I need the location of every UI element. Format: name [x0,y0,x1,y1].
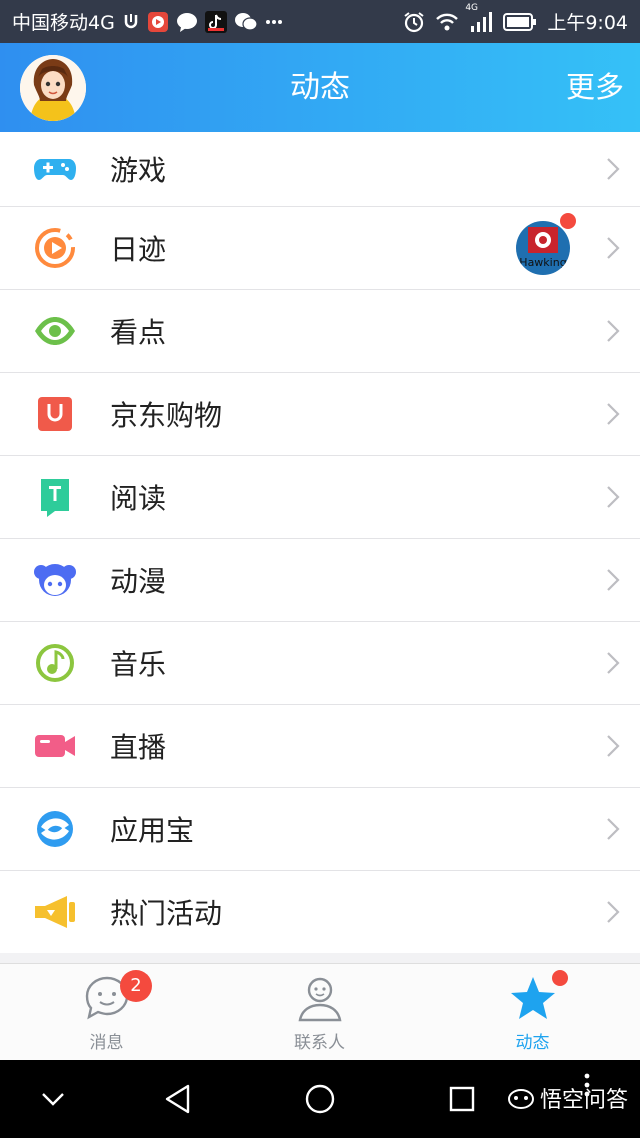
menu-item-label: 日迹 [110,233,167,266]
watermark-logo-icon [507,1089,534,1109]
eye-icon [33,309,77,353]
chevron-right-icon [606,402,620,426]
daily-trace-icon [33,226,77,270]
back-icon[interactable] [145,1060,211,1138]
contact-person-icon [295,974,345,1024]
menu-item-label: 直播 [110,731,167,764]
chevron-right-icon [606,319,620,343]
music-note-icon [33,641,77,685]
megaphone-icon [33,890,77,934]
menu-item-music[interactable]: 音乐 [0,622,640,705]
network-type-label: 4G [465,2,479,13]
more-button[interactable]: 更多 [566,43,624,132]
menu-item-label: 看点 [110,316,167,349]
menu-item-hot-events[interactable]: 热门活动 [0,871,640,953]
wifi-icon [435,12,459,32]
message-bubble-icon [176,12,198,32]
alarm-icon [403,11,425,33]
trace-thumbnail-text: Hawking [519,256,566,269]
watermark: 悟空问答 [507,1082,628,1114]
tab-label: 动态 [515,1033,550,1053]
chevron-right-icon [606,485,620,509]
app-header: 动态 更多 [0,43,640,132]
signal-icon: 4G [465,3,493,32]
status-bar: 中国移动4G 4G 上午9:04 [0,0,640,43]
notification-dot [552,970,568,986]
unread-badge: 2 [120,970,152,1002]
shopping-bag-icon [33,392,77,436]
menu-item-daily-trace[interactable]: 日迹 Hawking [0,207,640,290]
menu-item-app-store[interactable]: 应用宝 [0,788,640,871]
bottom-tab-bar: 2 消息 联系人 动态 [0,963,640,1061]
video-camera-icon [33,724,77,768]
avatar[interactable] [20,55,86,121]
clock-label: 上午9:04 [547,12,628,34]
page-title: 动态 [290,70,350,105]
menu-item-anime[interactable]: 动漫 [0,539,640,622]
wechat-icon [234,12,258,32]
usb-icon [122,13,140,31]
menu-item-label: 热门活动 [110,897,223,930]
tab-label: 联系人 [294,1033,345,1053]
gamepad-icon [33,147,77,191]
menu-item-games[interactable]: 游戏 [0,132,640,207]
app-store-icon [33,807,77,851]
chevron-right-icon [606,236,620,260]
book-icon [33,475,77,519]
home-icon[interactable] [287,1060,353,1138]
tab-label: 消息 [89,1033,124,1053]
chevron-right-icon [606,734,620,758]
chevron-right-icon [606,817,620,841]
notification-dot [560,213,576,229]
more-notifications-icon [265,19,283,25]
battery-icon [503,12,537,31]
chevron-right-icon [606,157,620,181]
menu-item-kandian[interactable]: 看点 [0,290,640,373]
chevron-right-icon [606,900,620,924]
chevron-right-icon [606,568,620,592]
star-icon [508,974,558,1024]
watermark-text: 悟空问答 [539,1088,628,1113]
menu-item-label: 游戏 [110,154,167,187]
menu-item-label: 阅读 [110,482,167,515]
menu-list: 游戏 日迹 Hawking 看点 京东购物 阅读 动漫 音乐 直播 应用宝 热门… [0,132,640,953]
menu-item-live[interactable]: 直播 [0,705,640,788]
menu-item-label: 京东购物 [110,399,223,432]
menu-item-jd-shopping[interactable]: 京东购物 [0,373,640,456]
menu-item-label: 音乐 [110,648,167,681]
anime-face-icon [33,558,77,602]
tiktok-icon [204,10,227,33]
carrier-label: 中国移动4G [12,12,115,34]
trace-thumbnail: Hawking [516,221,570,275]
chevron-right-icon [606,651,620,675]
video-app-icon [147,11,169,33]
menu-item-label: 动漫 [110,565,167,598]
menu-item-label: 应用宝 [110,814,195,847]
recents-icon[interactable] [429,1060,495,1138]
tab-contacts[interactable]: 联系人 [213,964,426,1061]
menu-item-reading[interactable]: 阅读 [0,456,640,539]
collapse-icon[interactable] [20,1060,86,1138]
tab-messages[interactable]: 2 消息 [0,964,213,1061]
tab-dynamics[interactable]: 动态 [426,964,639,1061]
